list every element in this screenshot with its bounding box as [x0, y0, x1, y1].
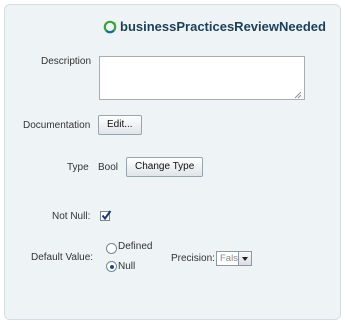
change-type-button[interactable]: Change Type [126, 157, 204, 177]
radio-defined-label: Defined [118, 241, 153, 252]
checkmark-icon [101, 210, 112, 221]
not-null-label: Not Null: [52, 211, 91, 222]
description-label: Description [41, 56, 92, 67]
description-field[interactable] [99, 56, 305, 100]
edit-documentation-button[interactable]: Edit... [98, 115, 142, 135]
precision-select[interactable]: False [216, 251, 252, 266]
default-value-label: Default Value: [31, 252, 94, 263]
documentation-label: Documentation [23, 120, 91, 131]
not-null-checkbox[interactable] [100, 210, 112, 221]
type-label: Type [67, 162, 89, 173]
properties-panel: businessPracticesReviewNeeded Descriptio… [4, 4, 341, 320]
precision-label: Precision: [171, 253, 215, 264]
green-cycle-icon [103, 20, 117, 34]
radio-defined[interactable] [106, 243, 117, 254]
type-value: Bool [98, 162, 119, 173]
chevron-down-icon[interactable] [238, 252, 251, 265]
panel-header: businessPracticesReviewNeeded [103, 19, 326, 34]
radio-null-label: Null [118, 261, 136, 272]
radio-selected-dot [109, 264, 114, 269]
page-title: businessPracticesReviewNeeded [120, 19, 326, 34]
resize-grip-icon[interactable] [294, 91, 302, 99]
radio-null[interactable] [106, 261, 117, 272]
